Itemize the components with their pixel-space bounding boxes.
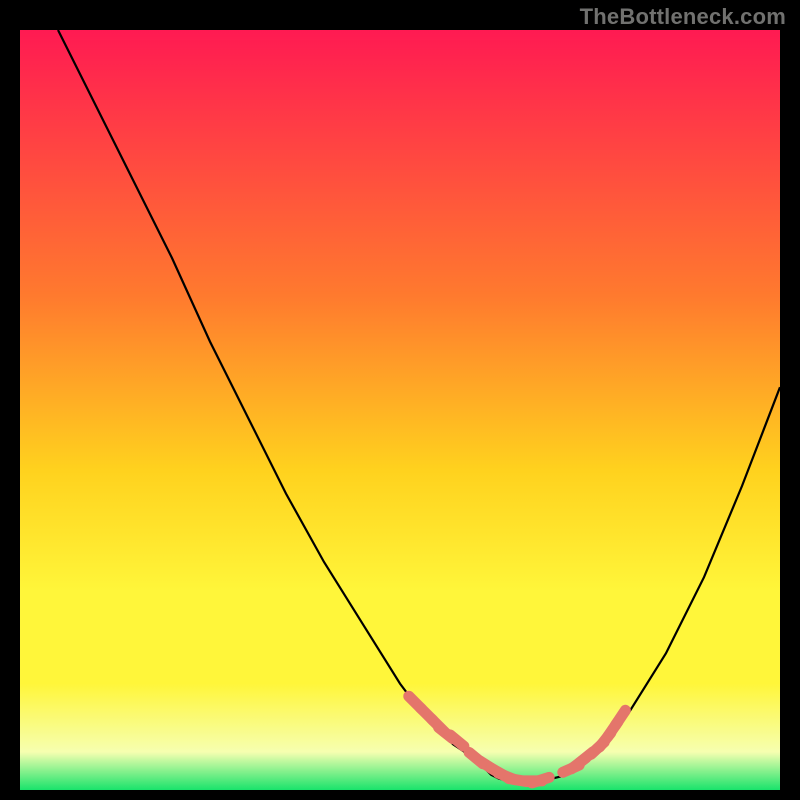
marker-point <box>532 777 549 783</box>
watermark-text: TheBottleneck.com <box>580 4 786 30</box>
bottleneck-chart <box>20 30 780 790</box>
gradient-background <box>20 30 780 790</box>
chart-frame <box>20 30 780 790</box>
